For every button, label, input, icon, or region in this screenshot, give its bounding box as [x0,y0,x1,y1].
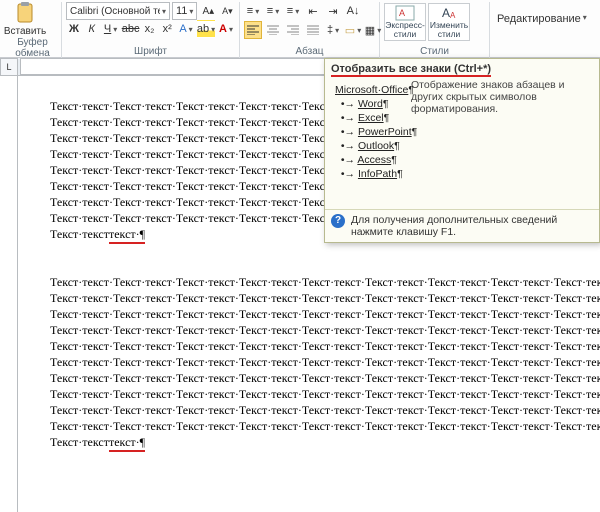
justify-icon [307,25,319,35]
chevron-down-icon: ▾ [189,7,193,16]
group-editing: Редактирование ▾ [490,2,586,58]
tooltip-item: •→ Outlook¶ [335,139,417,153]
grow-font-button[interactable]: A▴ [199,2,217,20]
tooltip-app-list: Microsoft·Office¶ •→ Word¶ •→ Excel¶ •→ … [335,83,417,181]
underline-button[interactable]: Ч▾ [102,20,120,38]
superscript-button[interactable]: x² [159,20,175,38]
font-group-label: Шрифт [66,46,235,57]
tab-selector-button[interactable]: L [0,58,18,76]
vertical-ruler[interactable] [0,76,18,512]
bullets-button[interactable]: ≡▾ [244,2,262,20]
tooltip-item: •→ PowerPoint¶ [335,125,417,139]
align-right-icon [287,25,299,35]
align-center-button[interactable] [264,21,282,39]
font-size-value: 11 [176,5,187,17]
align-left-icon [247,25,259,35]
decrease-indent-button[interactable]: ⇤ [304,2,322,20]
quick-styles-icon: A [395,5,415,21]
font-color-button[interactable]: A▾ [217,20,235,38]
font-name-value: Calibri (Основной текст) [70,6,160,17]
tooltip-title: Отобразить все знаки (Ctrl+*) [325,59,599,77]
svg-text:A: A [450,11,456,20]
group-font: Calibri (Основной текст) ▾ 11 ▾ A▴ A▾ Ж … [62,2,240,58]
strike-button[interactable]: abc [122,20,140,38]
multilevel-button[interactable]: ≡▾ [284,2,302,20]
editing-label: Редактирование [497,13,581,25]
tooltip-item: •→ InfoPath¶ [335,167,417,181]
tooltip-item: •→ Excel¶ [335,111,417,125]
tooltip-footer: ? Для получения дополнительных сведений … [325,209,599,242]
editing-group-label [494,46,582,57]
styles-group-label: Стили [384,46,485,57]
shading-button[interactable]: ▭▾ [344,21,362,39]
tooltip-app-name: Microsoft·Office [335,84,408,96]
align-left-button[interactable] [244,21,262,39]
tooltip-item: •→ Word¶ [335,97,417,111]
clipboard-group-label: Буфер обмена [8,37,57,59]
numbering-button[interactable]: ≡▾ [264,2,282,20]
font-name-combo[interactable]: Calibri (Основной текст) ▾ [66,2,170,20]
tooltip-show-hide: Отобразить все знаки (Ctrl+*) Microsoft·… [324,58,600,243]
paste-icon [15,2,35,24]
chevron-down-icon: ▾ [583,13,587,22]
body-paragraph: Текст·текст·Текст·текст·Текст·текст·Текс… [50,258,592,450]
font-size-combo[interactable]: 11 ▾ [172,2,197,20]
paste-label: Вставить [4,26,46,37]
info-icon: ? [331,214,345,228]
change-styles-icon: AA [439,5,459,21]
line-spacing-button[interactable]: ‡▾ [324,21,342,39]
align-center-icon [267,25,279,35]
tooltip-footer-text: Для получения дополнительных сведений на… [351,214,593,238]
editing-button[interactable]: Редактирование ▾ [494,2,582,40]
justify-button[interactable] [304,21,322,39]
text-effects-button[interactable]: A▾ [177,20,195,38]
quick-styles-button[interactable]: A Экспресс-стили [384,3,426,41]
shrink-font-button[interactable]: A▾ [219,2,236,20]
italic-button[interactable]: К [84,20,100,38]
paragraph-group-label: Абзац [244,46,375,57]
group-paragraph: ≡▾ ≡▾ ≡▾ ⇤ ⇥ A↓ ‡▾ ▭▾ ▦▾ ¶ Абзац [240,2,380,58]
sort-button[interactable]: A↓ [344,2,362,20]
change-styles-button[interactable]: AA Изменить стили [428,3,470,41]
chevron-down-icon: ▾ [162,7,166,16]
group-styles: A Экспресс-стили AA Изменить стили Стили [380,2,490,58]
svg-text:A: A [399,8,405,18]
align-right-button[interactable] [284,21,302,39]
subscript-button[interactable]: x₂ [142,20,158,38]
bold-button[interactable]: Ж [66,20,82,38]
paste-button[interactable]: Вставить [8,2,42,37]
svg-text:A: A [442,6,450,20]
quick-styles-label: Экспресс-стили [385,21,425,39]
tooltip-item: •→ Access¶ [335,153,417,167]
group-clipboard: Вставить Буфер обмена [4,2,62,58]
ribbon: Вставить Буфер обмена Calibri (Основной … [0,0,600,58]
highlight-button[interactable]: ab▾ [197,20,215,38]
increase-indent-button[interactable]: ⇥ [324,2,342,20]
change-styles-label: Изменить стили [429,21,469,39]
